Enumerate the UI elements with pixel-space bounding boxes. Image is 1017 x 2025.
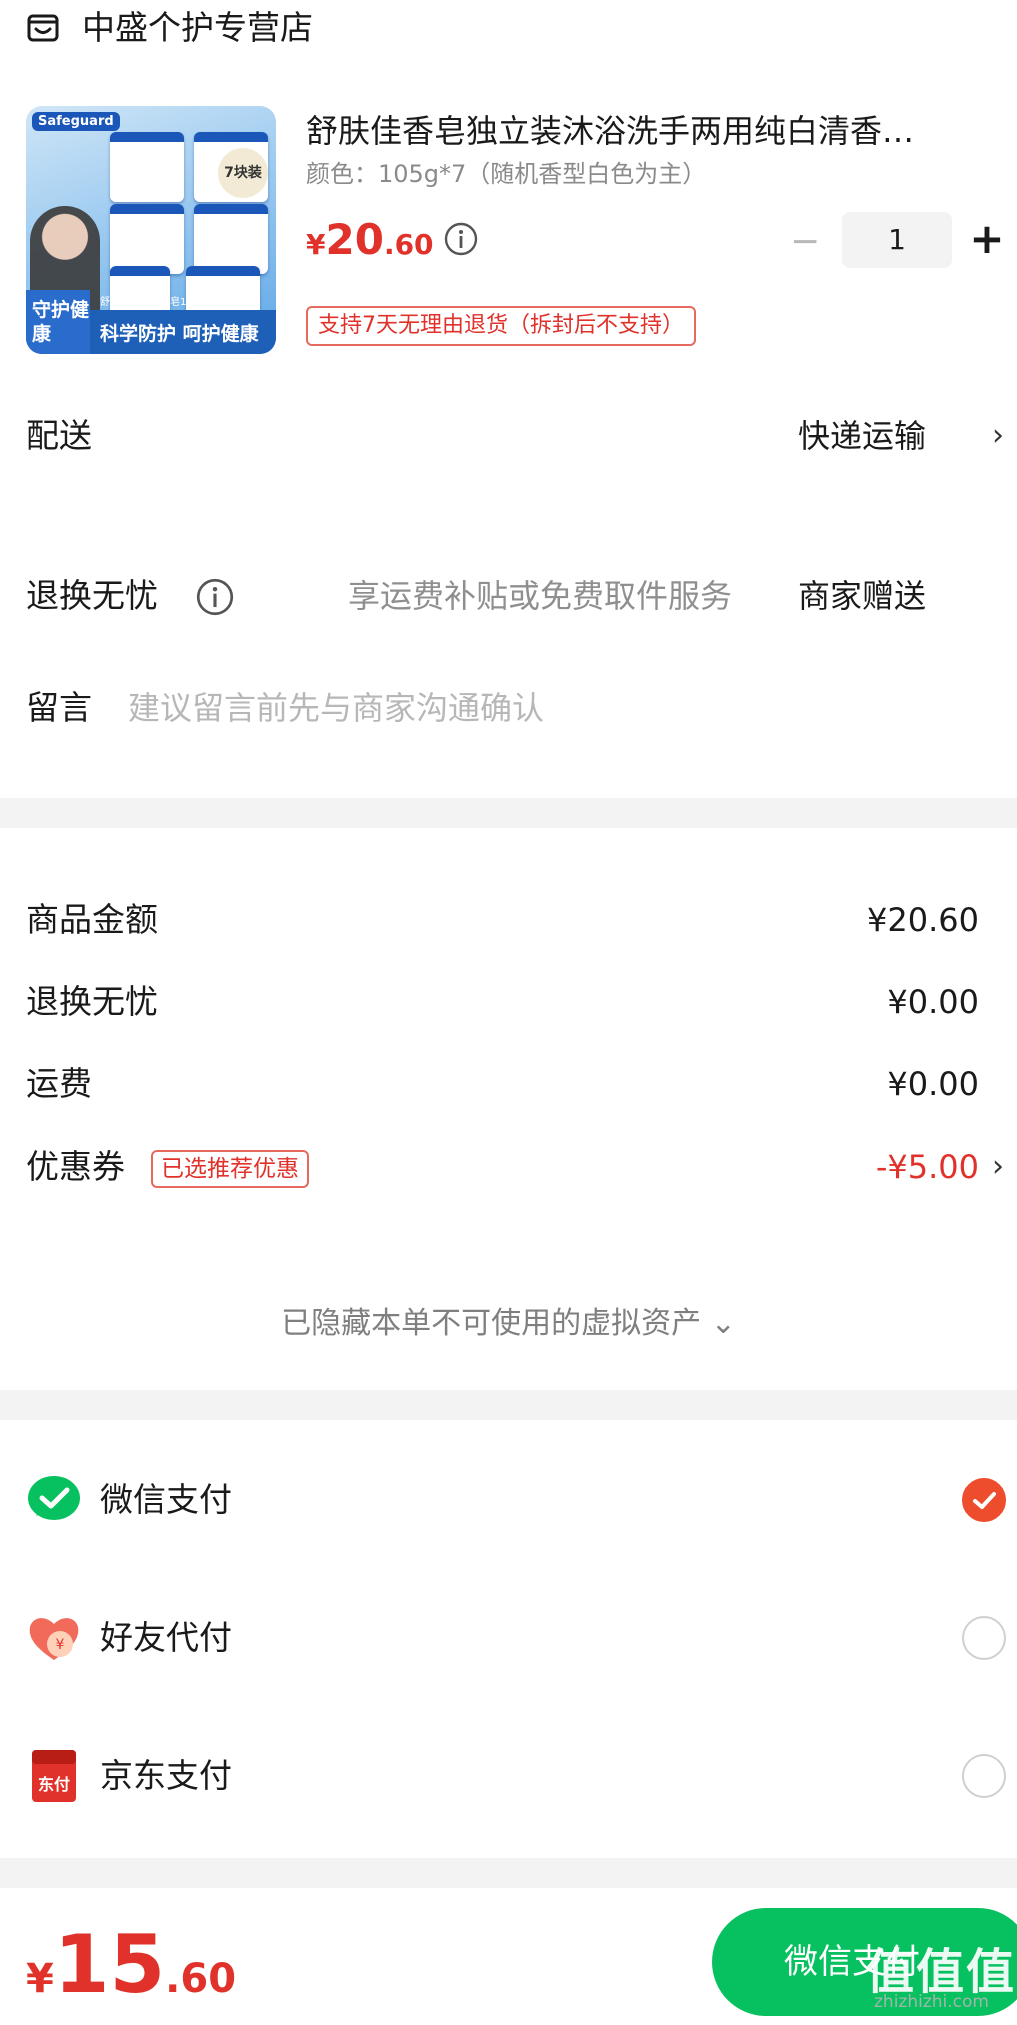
delivery-value[interactable]: 快递运输: [798, 414, 926, 458]
image-subline: 舒肤佳专业健康皂105g*7块: [100, 297, 227, 308]
info-icon[interactable]: [196, 578, 234, 616]
price-decimal: .60: [383, 228, 434, 261]
payment-label: 好友代付: [100, 1618, 232, 1657]
quantity-input[interactable]: 1: [842, 212, 952, 268]
shop-name[interactable]: 中盛个护专营店: [82, 6, 313, 50]
shop-icon: [27, 14, 59, 42]
chevron-right-icon[interactable]: ›: [992, 414, 1004, 458]
coupon-value[interactable]: -¥5.00: [876, 1145, 979, 1189]
image-slogan: 科学防护 呵护健康: [100, 323, 259, 345]
radio-checked-icon[interactable]: [962, 1478, 1006, 1522]
pack-badge: 7块装: [218, 148, 268, 198]
goods-amount-label: 商品金额: [26, 900, 158, 939]
total-decimal: .60: [165, 1956, 237, 2002]
product-price: ¥20.60: [306, 210, 434, 270]
total-integer: 15: [53, 1918, 166, 2011]
quantity-minus-button[interactable]: −: [790, 222, 820, 262]
payment-label: 微信支付: [100, 1480, 232, 1519]
image-left-tag: 守护健康: [26, 290, 90, 354]
product-spec[interactable]: 颜色：105g*7（随机香型白色为主）: [306, 156, 706, 192]
total-price: ¥15.60: [26, 1920, 236, 2010]
payment-option-jd[interactable]: 东付 京东支付: [0, 1746, 1017, 1806]
return-fee-label: 退换无忧: [26, 982, 158, 1021]
quantity-plus-button[interactable]: +: [968, 216, 1006, 262]
return-service-label: 退换无忧: [26, 576, 158, 615]
shipping-value: ¥0.00: [887, 1065, 979, 1103]
chevron-right-icon[interactable]: ›: [992, 1145, 1004, 1189]
section-divider: [0, 1858, 1017, 1888]
info-icon[interactable]: [444, 222, 478, 256]
return-service-description: 享运费补贴或免费取件服务: [348, 577, 733, 615]
radio-unchecked-icon[interactable]: [962, 1754, 1006, 1798]
payment-label: 京东支付: [100, 1756, 232, 1795]
hidden-assets-toggle[interactable]: 已隐藏本单不可使用的虚拟资产 ⌄: [0, 1302, 1017, 1346]
return-policy-tag: 支持7天无理由退货（拆封后不支持）: [306, 306, 696, 346]
svg-text:¥: ¥: [56, 1637, 65, 1653]
message-input[interactable]: 建议留言前先与商家沟通确认: [128, 686, 544, 730]
section-divider: [0, 1390, 1017, 1420]
return-service-value: 商家赠送: [798, 577, 927, 615]
payment-option-friend[interactable]: ¥ 好友代付: [0, 1608, 1017, 1668]
shipping-label: 运费: [26, 1064, 92, 1103]
svg-text:东付: 东付: [38, 1775, 70, 1794]
price-integer: 20: [325, 215, 384, 264]
return-fee-value: ¥0.00: [887, 983, 979, 1021]
price-currency: ¥: [306, 228, 326, 261]
product-image[interactable]: 7块装 Safeguard 舒肤佳专业健康皂105g*7块 守护健康 科学防护 …: [26, 106, 276, 354]
friend-pay-icon: ¥: [29, 1618, 79, 1660]
brand-logo: Safeguard: [32, 112, 120, 131]
section-divider: [0, 798, 1017, 828]
coupon-tag: 已选推荐优惠: [151, 1150, 309, 1188]
delivery-label: 配送: [26, 416, 92, 455]
coupon-label: 优惠券: [26, 1147, 125, 1186]
jd-pay-icon: 东付: [32, 1750, 76, 1802]
watermark-url: zhizhizhi.com: [874, 1992, 989, 2012]
wechat-pay-icon: [28, 1476, 80, 1520]
goods-amount-value: ¥20.60: [867, 901, 979, 939]
message-label: 留言: [26, 688, 92, 727]
product-title[interactable]: 舒肤佳香皂独立装沐浴洗手两用纯白清香…: [306, 108, 996, 154]
payment-option-wechat[interactable]: 微信支付: [0, 1470, 1017, 1530]
total-currency: ¥: [26, 1956, 54, 2002]
radio-unchecked-icon[interactable]: [962, 1616, 1006, 1660]
